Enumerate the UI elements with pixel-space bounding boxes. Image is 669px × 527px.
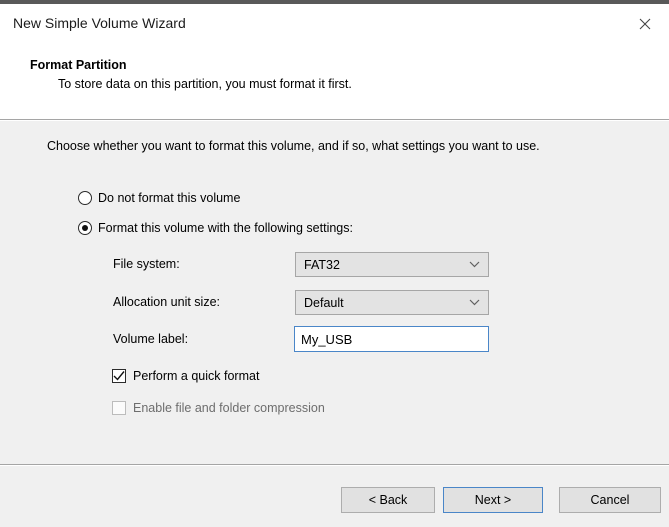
radio-button-selected-icon[interactable] <box>78 221 92 235</box>
wizard-dialog: New Simple Volume Wizard Format Partitio… <box>0 0 669 527</box>
radio-do-not-format[interactable]: Do not format this volume <box>78 190 240 206</box>
checkbox-unchecked-icon <box>112 401 126 415</box>
checkbox-label: Enable file and folder compression <box>133 401 325 415</box>
dialog-header: New Simple Volume Wizard Format Partitio… <box>0 4 669 119</box>
chevron-down-icon <box>469 261 480 268</box>
cancel-button[interactable]: Cancel <box>559 487 661 513</box>
allocation-unit-size-label: Allocation unit size: <box>113 295 220 309</box>
checkbox-quick-format[interactable]: Perform a quick format <box>112 368 259 384</box>
checkbox-label: Perform a quick format <box>133 369 259 383</box>
window-title: New Simple Volume Wizard <box>13 15 186 31</box>
allocation-unit-size-value: Default <box>304 296 469 310</box>
radio-label: Do not format this volume <box>98 191 240 205</box>
allocation-unit-size-dropdown[interactable]: Default <box>295 290 489 315</box>
file-system-value: FAT32 <box>304 258 469 272</box>
close-icon <box>639 18 651 30</box>
back-button[interactable]: < Back <box>341 487 435 513</box>
page-subtitle: To store data on this partition, you mus… <box>58 77 352 91</box>
radio-format-volume[interactable]: Format this volume with the following se… <box>78 220 353 236</box>
close-button[interactable] <box>629 10 661 38</box>
chevron-down-icon <box>469 299 480 306</box>
page-title: Format Partition <box>30 58 127 72</box>
radio-button-icon[interactable] <box>78 191 92 205</box>
volume-label-label: Volume label: <box>113 332 188 346</box>
instruction-text: Choose whether you want to format this v… <box>47 139 540 153</box>
next-button[interactable]: Next > <box>443 487 543 513</box>
checkbox-compression: Enable file and folder compression <box>112 400 325 416</box>
file-system-dropdown[interactable]: FAT32 <box>295 252 489 277</box>
radio-label: Format this volume with the following se… <box>98 221 353 235</box>
checkbox-checked-icon[interactable] <box>112 369 126 383</box>
file-system-label: File system: <box>113 257 180 271</box>
volume-label-input[interactable] <box>294 326 489 352</box>
header-divider <box>0 119 669 121</box>
footer-divider <box>0 464 669 466</box>
checkmark-icon <box>113 371 125 381</box>
